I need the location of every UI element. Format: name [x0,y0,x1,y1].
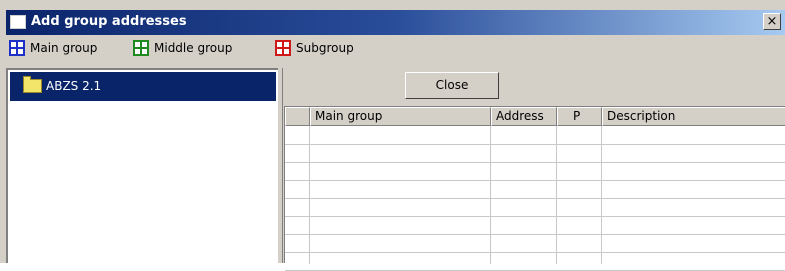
subgroup-grid-icon [275,40,291,56]
table-row[interactable] [285,234,785,253]
tree-item-abzs[interactable]: ABZS 2.1 [10,72,276,101]
middle-group-label: Middle group [154,41,233,55]
address-panel: Close Main group Address P Description [284,68,785,271]
column-header-indicator[interactable] [285,107,310,126]
column-header-p[interactable]: P [557,107,602,126]
column-header-address[interactable]: Address [491,107,557,126]
folder-icon [23,76,42,93]
panel-splitter[interactable] [278,68,283,263]
add-group-addresses-window: Add group addresses × Main group Middle … [0,0,785,271]
column-divider [490,126,491,264]
toolbar: Main group Middle group Subgroup [6,35,785,63]
group-tree[interactable]: ABZS 2.1 [6,68,278,263]
window-title: Add group addresses [31,14,187,29]
table-header: Main group Address P Description [285,107,785,126]
table-body [285,126,785,271]
table-row[interactable] [285,126,785,145]
main-group-grid-icon [9,40,25,56]
subgroup-button[interactable]: Subgroup [275,40,370,58]
column-divider [309,126,310,264]
table-row[interactable] [285,144,785,163]
table-row[interactable] [285,198,785,217]
window-icon [10,15,26,29]
main-group-button[interactable]: Main group [9,40,119,58]
middle-group-grid-icon [133,40,149,56]
main-group-label: Main group [30,41,98,55]
column-header-main-group[interactable]: Main group [310,107,491,126]
table-row[interactable] [285,162,785,181]
title-bar[interactable]: Add group addresses × [6,10,785,35]
table-row[interactable] [285,252,785,271]
subgroup-label: Subgroup [296,41,354,55]
middle-group-button[interactable]: Middle group [133,40,258,58]
column-divider [601,126,602,264]
column-divider [556,126,557,264]
table-row[interactable] [285,216,785,235]
group-address-table[interactable]: Main group Address P Description [284,106,785,271]
close-window-button[interactable]: × [763,13,781,30]
column-header-description[interactable]: Description [602,107,785,126]
close-button[interactable]: Close [405,72,499,99]
table-row[interactable] [285,180,785,199]
tree-item-label: ABZS 2.1 [46,79,102,93]
